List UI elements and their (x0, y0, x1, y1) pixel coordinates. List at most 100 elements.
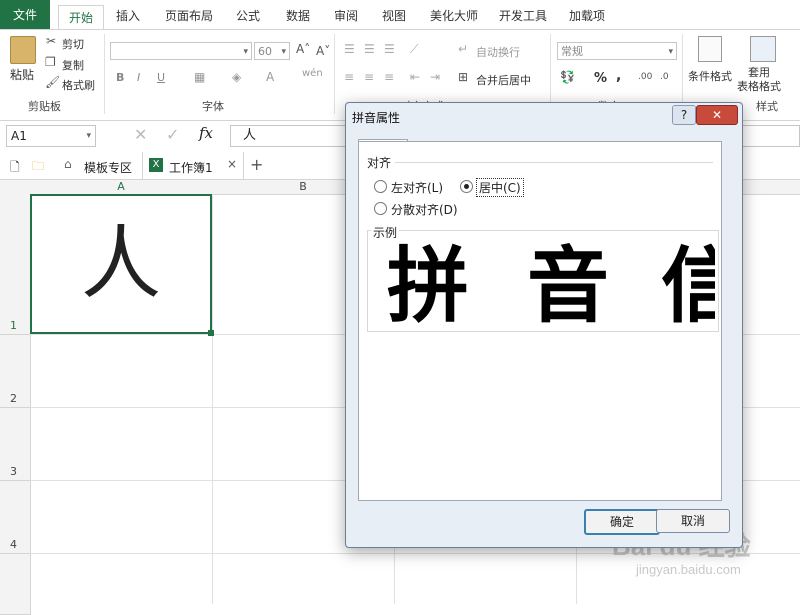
bottom-align-icon[interactable]: ☰ (384, 42, 395, 56)
format-painter-icon[interactable]: 🖌 (45, 75, 60, 89)
number-format-dropdown[interactable]: 常规 ▾ (557, 42, 677, 60)
conditional-format-icon[interactable] (698, 36, 722, 62)
radio-distributed-align[interactable] (374, 202, 387, 215)
table-format-icon[interactable] (750, 36, 776, 62)
distributed-align-label[interactable]: 分散对齐(D) (391, 201, 458, 218)
comma-button[interactable]: , (616, 68, 621, 84)
workbook-tab-label: 工作簿1 (169, 161, 213, 175)
folder-icon[interactable]: 🗀 (32, 157, 44, 178)
bold-button[interactable]: B (116, 71, 124, 84)
tab-insert[interactable]: 插入 (108, 4, 148, 28)
document-icon[interactable]: 🗋 (10, 158, 20, 179)
dialog-title: 拼音属性 (352, 111, 401, 125)
paste-button[interactable]: 粘贴 (10, 66, 34, 83)
underline-button[interactable]: U (157, 71, 165, 84)
wrap-text-icon[interactable]: ↵ (458, 42, 468, 56)
conditional-format-button[interactable]: 条件格式 (688, 68, 732, 84)
radio-left-align[interactable] (374, 180, 387, 193)
ok-button[interactable]: 确定 (584, 509, 660, 535)
row-header-5[interactable] (0, 554, 31, 615)
cancel-button[interactable]: 取消 (656, 509, 730, 533)
shrink-font-icon[interactable]: A˅ (316, 44, 330, 58)
grow-font-icon[interactable]: A˄ (296, 42, 310, 56)
styles-group-label: 样式 (756, 100, 778, 113)
border-icon[interactable]: ▦ (194, 70, 205, 84)
tab-formulas[interactable]: 公式 (228, 4, 268, 28)
scissors-icon[interactable]: ✂ (46, 34, 56, 48)
radio-center-align[interactable] (460, 180, 473, 193)
fx-button[interactable]: fx (199, 124, 213, 142)
name-box[interactable]: A1 ▾ (6, 125, 96, 147)
dialog-body: 对齐 左对齐(L) 居中(C) 分散对齐(D) 示例 拼 音 信 (358, 141, 722, 501)
template-tab[interactable]: 模板专区 (84, 159, 132, 176)
font-group-label: 字体 (202, 100, 224, 113)
row-header-2[interactable]: 2 (0, 335, 31, 408)
copy-button[interactable]: 复制 (62, 57, 84, 73)
row-header-4[interactable]: 4 (0, 481, 31, 554)
ribbon-tab-bar: 文件 开始 插入 页面布局 公式 数据 审阅 视图 美化大师 开发工具 加载项 (0, 0, 800, 31)
sample-label: 示例 (371, 224, 400, 241)
center-align-label[interactable]: 居中(C) (476, 178, 524, 197)
sample-char: 拼 (387, 242, 470, 328)
close-icon[interactable]: × (227, 157, 237, 171)
sample-preview: 拼 音 信 (369, 242, 715, 328)
middle-align-icon[interactable]: ☰ (364, 42, 375, 56)
left-align-label[interactable]: 左对齐(L) (391, 179, 443, 196)
increase-decimal-icon[interactable]: .00 (638, 72, 652, 82)
paste-icon[interactable] (10, 36, 36, 64)
wrap-text-button[interactable]: 自动换行 (476, 44, 520, 60)
row-header-3[interactable]: 3 (0, 408, 31, 481)
decrease-decimal-icon[interactable]: .0 (660, 72, 669, 82)
font-name-dropdown[interactable]: ▾ (110, 42, 252, 60)
percent-button[interactable]: % (594, 71, 607, 86)
copy-icon[interactable]: ❐ (45, 55, 56, 69)
add-tab-button[interactable]: + (250, 155, 263, 174)
cell-a1[interactable]: 人 (30, 194, 212, 334)
tab-review[interactable]: 审阅 (326, 4, 366, 28)
cancel-icon[interactable]: ✕ (134, 125, 147, 144)
tab-view[interactable]: 视图 (374, 4, 414, 28)
fill-color-icon[interactable]: ◈ (232, 70, 241, 84)
tab-page-layout[interactable]: 页面布局 (158, 4, 220, 28)
workbook-tab[interactable]: X 工作簿1 × (142, 152, 244, 179)
orientation-icon[interactable]: ⟋ (410, 42, 418, 57)
gridline (212, 194, 213, 604)
tab-beautify[interactable]: 美化大师 (424, 4, 484, 28)
fill-handle[interactable] (208, 330, 214, 336)
font-color-icon[interactable]: A (266, 70, 274, 84)
merge-icon[interactable]: ⊞ (458, 70, 468, 84)
phonetic-icon[interactable]: wén (302, 68, 323, 79)
italic-button[interactable]: I (137, 71, 140, 84)
sample-char: 音 (527, 242, 610, 328)
select-all-corner[interactable] (0, 180, 31, 195)
merge-center-button[interactable]: 合并后居中 (476, 72, 531, 88)
excel-icon: X (149, 158, 163, 172)
close-button[interactable]: ✕ (696, 105, 738, 125)
enter-icon[interactable]: ✓ (166, 125, 179, 144)
watermark-url: jingyan.baidu.com (636, 562, 741, 577)
tab-data[interactable]: 数据 (278, 4, 318, 28)
right-align-icon[interactable]: ≡ (384, 70, 394, 84)
left-align-icon[interactable]: ≡ (344, 70, 354, 84)
top-align-icon[interactable]: ☰ (344, 42, 355, 56)
cut-button[interactable]: 剪切 (62, 36, 84, 52)
currency-icon[interactable]: 💱 (560, 70, 575, 84)
center-align-icon[interactable]: ≡ (364, 70, 374, 84)
tab-addins[interactable]: 加载项 (562, 4, 612, 28)
format-painter-button[interactable]: 格式刷 (62, 77, 95, 93)
sample-char: 信 (661, 242, 715, 328)
tab-file[interactable]: 文件 (0, 0, 50, 30)
tab-home[interactable]: 开始 (58, 5, 104, 31)
tab-developer[interactable]: 开发工具 (494, 4, 552, 28)
chevron-down-icon: ▾ (86, 131, 91, 141)
separator (334, 34, 335, 114)
font-size-dropdown[interactable]: 60 ▾ (254, 42, 290, 60)
phonetic-properties-dialog: 拼音属性 ? ✕ 设置 字体 对齐 左对齐(L) 居中(C) 分散对齐(D) 示… (345, 102, 743, 548)
increase-indent-icon[interactable]: ⇥ (430, 70, 440, 84)
separator (104, 34, 105, 114)
help-button[interactable]: ? (672, 105, 696, 125)
decrease-indent-icon[interactable]: ⇤ (410, 70, 420, 84)
row-header-1[interactable]: 1 (0, 194, 32, 335)
clipboard-group-label: 剪贴板 (28, 100, 61, 113)
table-format-button[interactable]: 套用 表格格式 (737, 66, 781, 94)
